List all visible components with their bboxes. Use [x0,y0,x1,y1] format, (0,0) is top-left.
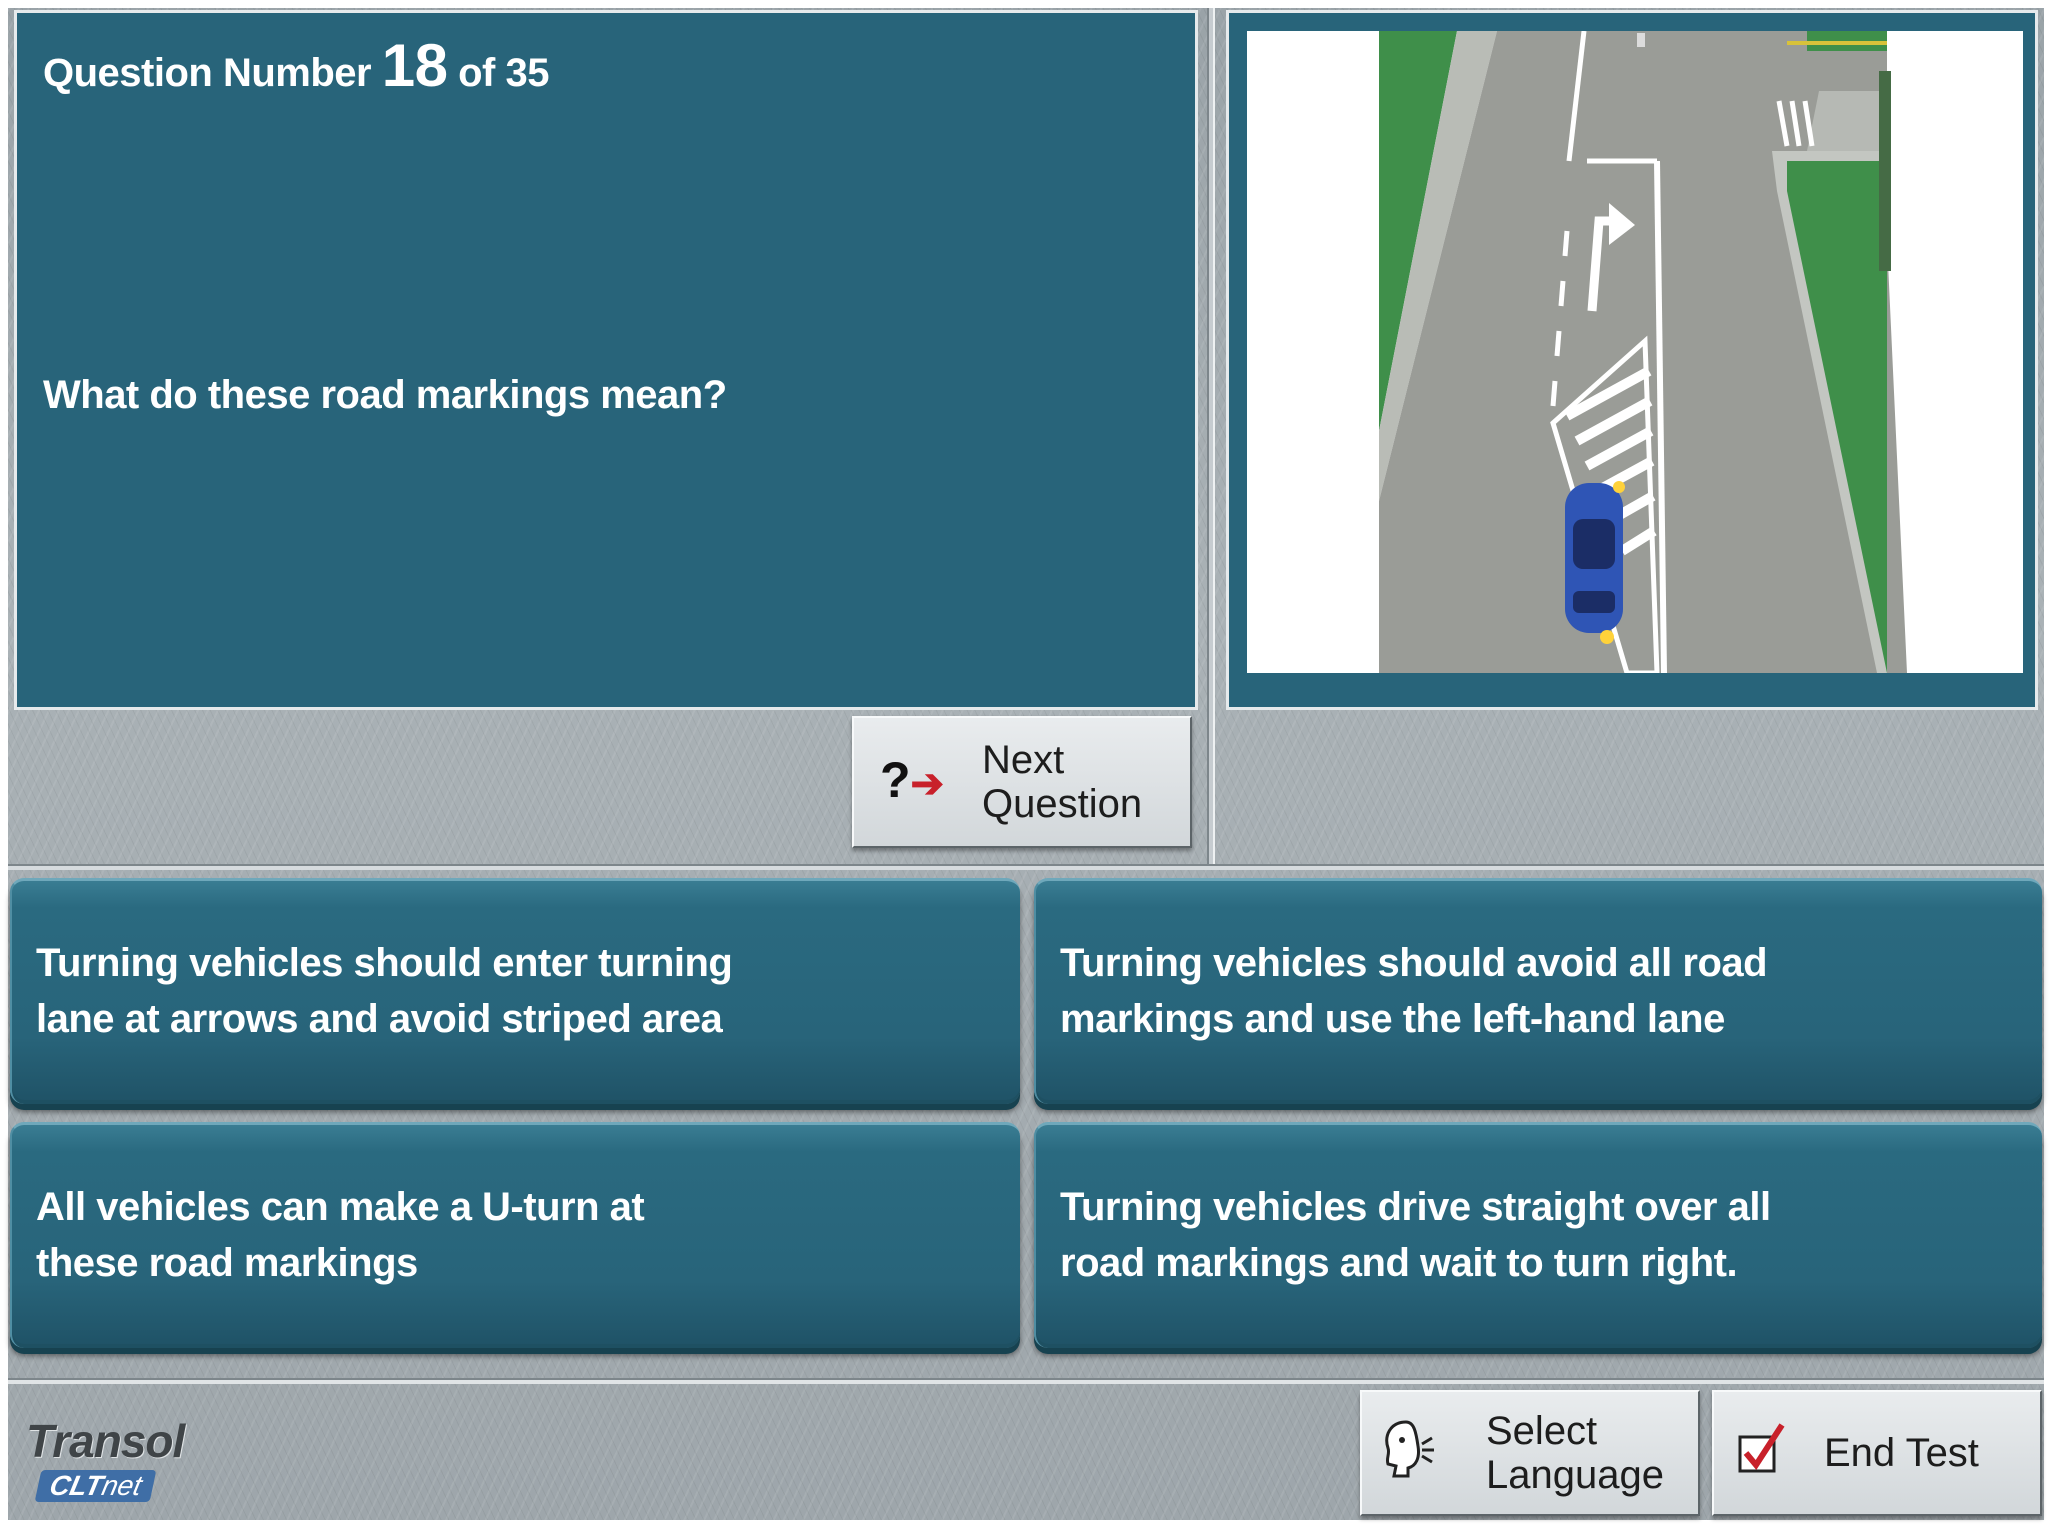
test-window: Question Number 18 of 35 What do these r… [8,8,2044,1520]
question-text: What do these road markings mean? [43,373,727,417]
question-counter: Question Number 18 of 35 [43,31,549,100]
answer-3-line2: these road markings [36,1241,418,1285]
answer-3-line1: All vehicles can make a U-turn at [36,1185,645,1229]
language-label-line2: Language [1486,1453,1664,1497]
select-language-button[interactable]: Select Language [1360,1390,1700,1516]
road-scene-image [1379,31,1907,673]
answer-4-line2: road markings and wait to turn right. [1060,1241,1738,1285]
transol-logo: Transol CLTnet [26,1414,246,1504]
select-language-label: Select Language [1460,1409,1664,1497]
question-total: of 35 [458,51,549,95]
logo-text-top: Transol [26,1415,185,1467]
answer-option-2[interactable]: Turning vehicles should avoid all road m… [1034,878,2042,1104]
car-icon [1565,481,1625,644]
end-test-button[interactable]: End Test [1712,1390,2042,1516]
section-divider-top [8,864,2044,870]
answer-option-1[interactable]: Turning vehicles should enter turning la… [10,878,1020,1104]
answer-2-line2: markings and use the left-hand lane [1060,997,1725,1041]
answer-1-line2: lane at arrows and avoid striped area [36,997,723,1041]
answer-option-4[interactable]: Turning vehicles drive straight over all… [1034,1122,2042,1348]
speaker-head-icon [1362,1414,1460,1493]
answer-2-line1: Turning vehicles should avoid all road [1060,941,1768,985]
section-divider-bottom [8,1378,2044,1384]
end-test-label: End Test [1824,1431,1979,1475]
logo-badge: CLTnet [34,1470,157,1502]
answer-1-line1: Turning vehicles should enter turning [36,941,733,985]
question-number: 18 [381,32,448,99]
language-label-line1: Select [1486,1409,1598,1453]
vertical-divider [1207,8,1215,866]
logo-text-net: net [99,1470,145,1501]
next-label-line1: Next [982,738,1065,782]
question-prefix: Question Number [43,51,372,95]
image-panel [1226,10,2038,710]
answer-4-line1: Turning vehicles drive straight over all [1060,1185,1771,1229]
question-arrow-icon: ?➔ [880,752,945,808]
next-question-label: Next Question [950,738,1142,826]
checkmark-icon [1714,1421,1796,1486]
next-label-line2: Question [982,782,1143,826]
logo-text-clt: CLT [46,1470,106,1501]
road-illustration [1247,31,2023,673]
next-question-button[interactable]: ?➔ Next Question [852,716,1192,848]
answer-option-3[interactable]: All vehicles can make a U-turn at these … [10,1122,1020,1348]
question-panel: Question Number 18 of 35 What do these r… [14,10,1198,710]
